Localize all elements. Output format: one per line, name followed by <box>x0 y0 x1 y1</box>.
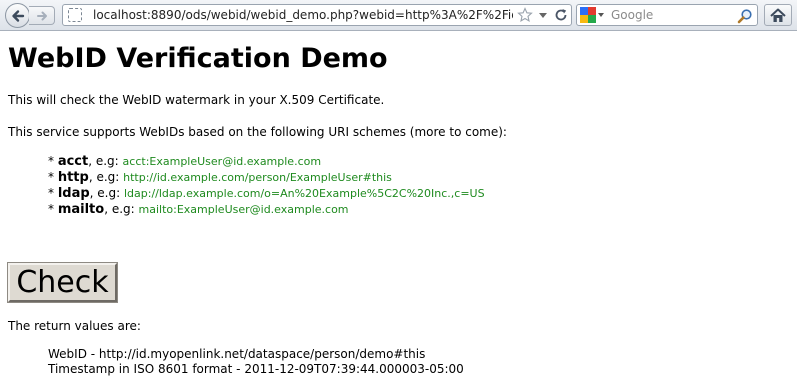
chevron-down-icon <box>598 13 604 17</box>
scheme-name: acct <box>57 154 89 169</box>
browser-toolbar: localhost:8890/ods/webid/webid_demo.php?… <box>0 0 797 31</box>
list-item: * ldap, e.g: ldap://ldap.example.com/o=A… <box>48 185 485 201</box>
bullet: * <box>48 170 58 184</box>
search-input[interactable] <box>611 7 731 23</box>
scheme-name: ldap <box>57 186 90 201</box>
forward-button[interactable] <box>29 6 55 25</box>
back-button[interactable] <box>5 3 30 28</box>
page-title: WebID Verification Demo <box>8 43 388 74</box>
result-timestamp: Timestamp in ISO 8601 format - 2011-12-0… <box>48 362 464 376</box>
scheme-separator: , e.g: <box>89 186 124 200</box>
scheme-example: acct:ExampleUser@id.example.com <box>122 155 322 168</box>
scheme-example: mailto:ExampleUser@id.example.com <box>138 203 349 216</box>
scheme-example: http://id.example.com/person/ExampleUser… <box>123 171 392 184</box>
address-bar[interactable]: localhost:8890/ods/webid/webid_demo.php?… <box>62 4 572 26</box>
list-item: * acct, e.g: acct:ExampleUser@id.example… <box>48 153 485 169</box>
search-bar[interactable] <box>576 4 758 26</box>
home-button[interactable] <box>764 4 792 26</box>
list-item: * http, e.g: http://id.example.com/perso… <box>48 169 485 185</box>
reload-icon[interactable] <box>552 6 570 24</box>
back-arrow-icon <box>11 9 24 22</box>
support-text: This service supports WebIDs based on th… <box>8 125 507 139</box>
return-values-heading: The return values are: <box>8 319 141 333</box>
return-values-list: WebID - http://id.myopenlink.net/dataspa… <box>48 347 464 377</box>
google-logo-icon <box>580 7 596 23</box>
scheme-name: mailto <box>57 202 105 217</box>
search-magnifier-icon[interactable] <box>735 6 755 25</box>
check-button[interactable]: Check <box>8 263 117 302</box>
bookmark-star-icon[interactable] <box>515 5 535 25</box>
list-item: * mailto, e.g: mailto:ExampleUser@id.exa… <box>48 201 485 217</box>
bullet: * <box>48 202 58 216</box>
history-dropdown-icon[interactable] <box>537 10 549 22</box>
scheme-separator: , e.g: <box>88 170 124 184</box>
scheme-name: http <box>57 170 89 185</box>
search-engine-selector[interactable] <box>580 7 608 23</box>
bullet: * <box>48 154 58 168</box>
scheme-example: ldap://ldap.example.com/o=An%20Example%5… <box>123 187 485 200</box>
url-text[interactable]: localhost:8890/ods/webid/webid_demo.php?… <box>93 8 513 22</box>
scheme-separator: , e.g: <box>88 154 123 168</box>
bullet: * <box>48 186 58 200</box>
site-identity-icon[interactable] <box>68 8 82 22</box>
scheme-separator: , e.g: <box>104 202 139 216</box>
forward-arrow-icon <box>36 11 47 20</box>
uri-scheme-list: * acct, e.g: acct:ExampleUser@id.example… <box>48 153 485 217</box>
result-webid: WebID - http://id.myopenlink.net/dataspa… <box>48 347 426 361</box>
home-icon <box>770 8 786 22</box>
intro-text: This will check the WebID watermark in y… <box>8 93 385 107</box>
